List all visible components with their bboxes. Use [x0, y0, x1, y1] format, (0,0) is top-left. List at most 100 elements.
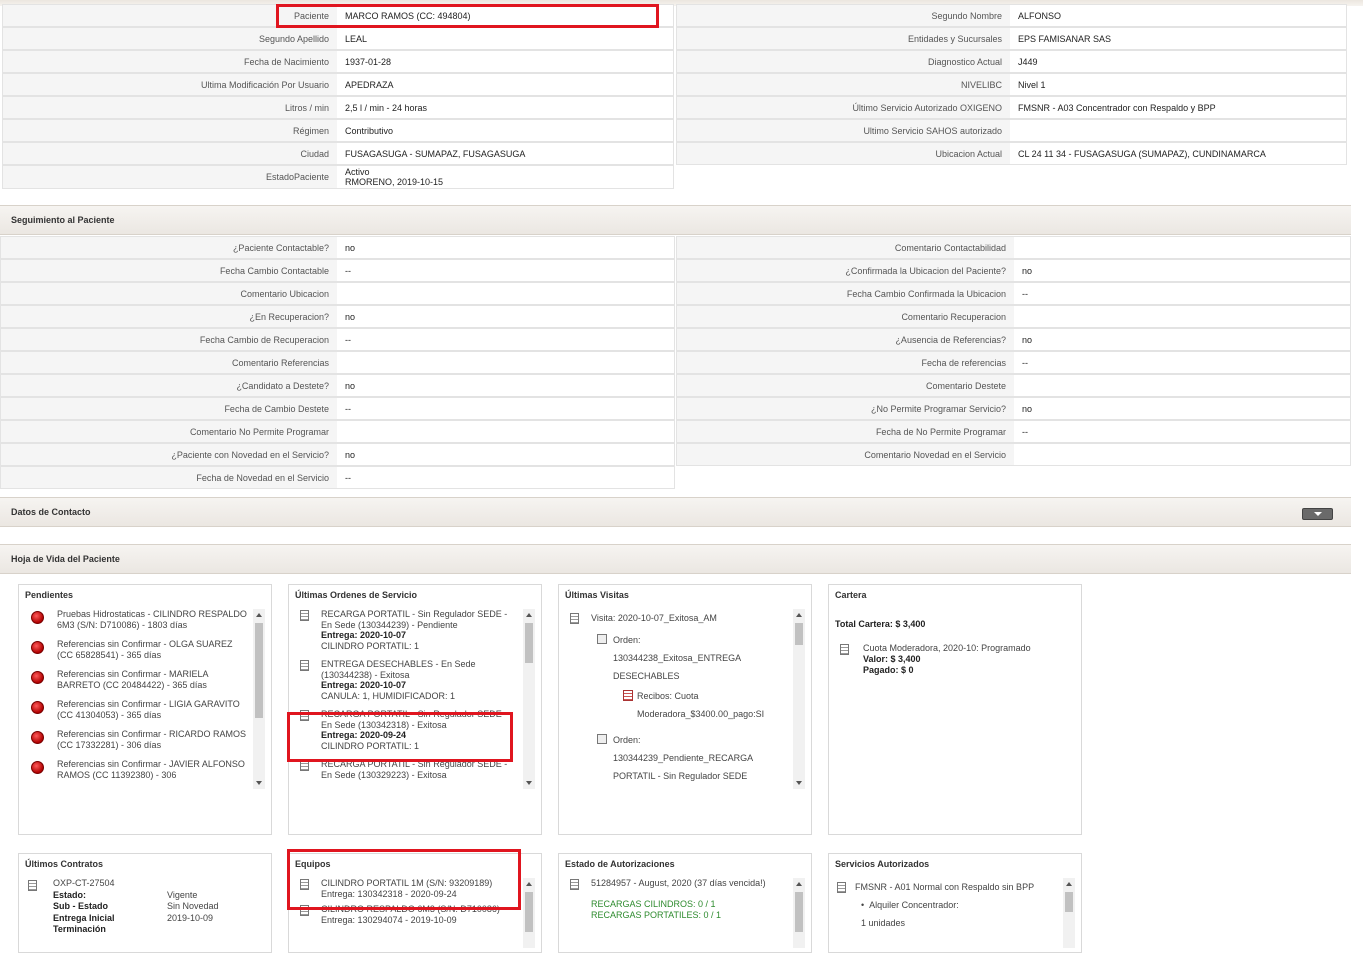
highlight-box — [287, 849, 521, 910]
info-row: NIVELIBC Nivel 1 — [676, 73, 1347, 96]
field-value: no — [345, 449, 356, 460]
list-item[interactable]: Referencias sin Confirmar - LIGIA GARAVI… — [25, 699, 249, 720]
field-value: -- — [345, 334, 351, 345]
list-item[interactable]: Cuota Moderadora, 2020-10: Programado Va… — [835, 643, 1031, 676]
field-label: Comentario Novedad en el Servicio — [677, 444, 1014, 465]
scrollbar[interactable] — [793, 609, 805, 789]
field-value — [1014, 444, 1350, 465]
field-value: -- — [345, 265, 351, 276]
field-value: FUSAGASUGA - SUMAPAZ, FUSAGASUGA — [345, 148, 526, 159]
alert-dot-icon — [31, 641, 44, 654]
info-row: Segundo Nombre ALFONSO — [676, 4, 1347, 27]
panel-ultimas-visitas: Últimas Visitas Visita: 2020-10-07_Exito… — [558, 584, 812, 835]
section-datos-contacto[interactable]: Datos de Contacto — [0, 497, 1351, 527]
info-row: ¿Ausencia de Referencias? no — [676, 328, 1351, 351]
field-label: ¿Candidato a Destete? — [1, 375, 337, 396]
info-row: ¿En Recuperacion? no — [0, 305, 675, 328]
panel-pendientes: Pendientes Pruebas Hidrostaticas - CILIN… — [18, 584, 272, 835]
service-sub-item: • Alquiler Concentrador: — [861, 900, 959, 910]
field-value — [1014, 237, 1350, 258]
highlight-box — [276, 4, 659, 28]
field-label: Comentario Ubicacion — [1, 283, 337, 304]
panel-title: Últimas Ordenes de Servicio — [295, 590, 418, 600]
scrollbar[interactable] — [793, 878, 805, 948]
info-row: Ultimo Servicio SAHOS autorizado — [676, 119, 1347, 142]
info-row: Fecha de Cambio Destete -- — [0, 397, 675, 420]
field-value: -- — [1022, 357, 1028, 368]
highlight-box — [287, 712, 513, 762]
info-row: Ciudad FUSAGASUGA - SUMAPAZ, FUSAGASUGA — [2, 142, 674, 165]
list-item[interactable]: Referencias sin Confirmar - MARIELA BARR… — [25, 669, 249, 690]
info-row: Comentario Recuperacion — [676, 305, 1351, 328]
field-label: Segundo Apellido — [3, 28, 337, 49]
expand-toggle-button[interactable] — [1302, 508, 1333, 520]
list-item[interactable]: Pruebas Hidrostaticas - CILINDRO RESPALD… — [25, 609, 249, 630]
field-label: Diagnostico Actual — [677, 51, 1010, 72]
field-label: Fecha Cambio Contactable — [1, 260, 337, 281]
field-label: Régimen — [3, 120, 337, 141]
info-row: Fecha de No Permite Programar -- — [676, 420, 1351, 443]
scrollbar[interactable] — [253, 609, 265, 789]
field-value: -- — [1022, 288, 1028, 299]
info-row: Fecha de Novedad en el Servicio -- — [0, 466, 675, 489]
scrollbar[interactable] — [523, 609, 535, 789]
panel-ultimos-contratos: Últimos Contratos OXP-CT-27504 Estado: Vi… — [18, 853, 272, 953]
field-label: ¿Confirmada la Ubicacion del Paciente? — [677, 260, 1014, 281]
scrollbar[interactable] — [523, 878, 535, 948]
info-row: Fecha Cambio Confirmada la Ubicacion -- — [676, 282, 1351, 305]
info-row: Fecha de Nacimiento 1937-01-28 — [2, 50, 674, 73]
field-value: no — [1022, 403, 1033, 414]
field-value: 2,5 l / min - 24 horas — [345, 102, 428, 113]
info-row: Fecha de referencias -- — [676, 351, 1351, 374]
info-row: ¿No Permite Programar Servicio? no — [676, 397, 1351, 420]
list-item[interactable]: RECARGA PORTATIL - Sin Regulador SEDE - … — [295, 759, 519, 780]
field-label: Fecha Cambio Confirmada la Ubicacion — [677, 283, 1014, 304]
panel-title: Últimos Contratos — [25, 859, 104, 869]
field-label: ¿Ausencia de Referencias? — [677, 329, 1014, 350]
list-item[interactable]: Referencias sin Confirmar - OLGA SUAREZ … — [25, 639, 249, 660]
field-label: Fecha de referencias — [677, 352, 1014, 373]
field-value: no — [1022, 334, 1033, 345]
field-value — [337, 283, 674, 304]
total-cartera: Total Cartera: $ 3,400 — [835, 619, 926, 629]
field-value: CL 24 11 34 - FUSAGASUGA (SUMAPAZ), CUND… — [1018, 148, 1266, 159]
field-label: ¿No Permite Programar Servicio? — [677, 398, 1014, 419]
field-value — [1010, 120, 1346, 141]
section-title: Seguimiento al Paciente — [11, 215, 115, 225]
info-row: Diagnostico Actual J449 — [676, 50, 1347, 73]
alert-dot-icon — [31, 671, 44, 684]
info-row: Litros / min 2,5 l / min - 24 horas — [2, 96, 674, 119]
panel-cartera: Cartera Total Cartera: $ 3,400 Cuota Mod… — [828, 584, 1082, 835]
contract-item[interactable]: OXP-CT-27504 Estado: Vigente Sub - Estado… — [25, 878, 265, 936]
field-value: no — [345, 380, 356, 391]
field-label: ¿Paciente con Novedad en el Servicio? — [1, 444, 337, 465]
receipt-item[interactable]: Recibos: Cuota Moderadora_$3400.00_pago:… — [565, 687, 789, 723]
section-seguimiento: Seguimiento al Paciente — [0, 205, 1351, 235]
field-label: Fecha de Cambio Destete — [1, 398, 337, 419]
visit-item[interactable]: Visita: 2020-10-07_Exitosa_AM — [565, 609, 789, 627]
info-row: Ubicacion Actual CL 24 11 34 - FUSAGASUGA… — [676, 142, 1347, 165]
panel-title: Cartera — [835, 590, 867, 600]
field-label: Fecha Cambio de Recuperacion — [1, 329, 337, 350]
order-item[interactable]: Orden: 130344239_Pendiente_RECARGA PORTAT… — [565, 731, 789, 785]
field-label: Ultima Modificación Por Usuario — [3, 74, 337, 95]
field-value: ALFONSO — [1018, 10, 1062, 21]
list-item[interactable]: 51284957 - August, 2020 (37 días vencida… — [565, 878, 789, 920]
info-row: ¿Paciente Contactable? no — [0, 236, 675, 259]
scrollbar[interactable] — [1063, 878, 1075, 948]
order-item[interactable]: Orden: 130344238_Exitosa_ENTREGA DESECHAB… — [565, 631, 789, 685]
list-item[interactable]: Referencias sin Confirmar - RICARDO RAMO… — [25, 729, 249, 750]
list-item[interactable]: RECARGA PORTATIL - Sin Regulador SEDE - … — [295, 609, 519, 651]
field-label: Comentario Referencias — [1, 352, 337, 373]
alert-dot-icon — [31, 731, 44, 744]
order-icon — [597, 634, 607, 644]
list-item[interactable]: FMSNR - A01 Normal con Respaldo sin BPP — [835, 878, 1059, 896]
list-item[interactable]: Referencias sin Confirmar - JAVIER ALFON… — [25, 759, 249, 780]
info-row: Comentario No Permite Programar — [0, 420, 675, 443]
field-label: Comentario Contactabilidad — [677, 237, 1014, 258]
field-value: no — [345, 311, 356, 322]
alert-dot-icon — [31, 761, 44, 774]
list-item[interactable]: ENTREGA DESECHABLES - En Sede (130344238… — [295, 659, 519, 701]
field-label: Ciudad — [3, 143, 337, 164]
panel-title: Últimas Visitas — [565, 590, 629, 600]
